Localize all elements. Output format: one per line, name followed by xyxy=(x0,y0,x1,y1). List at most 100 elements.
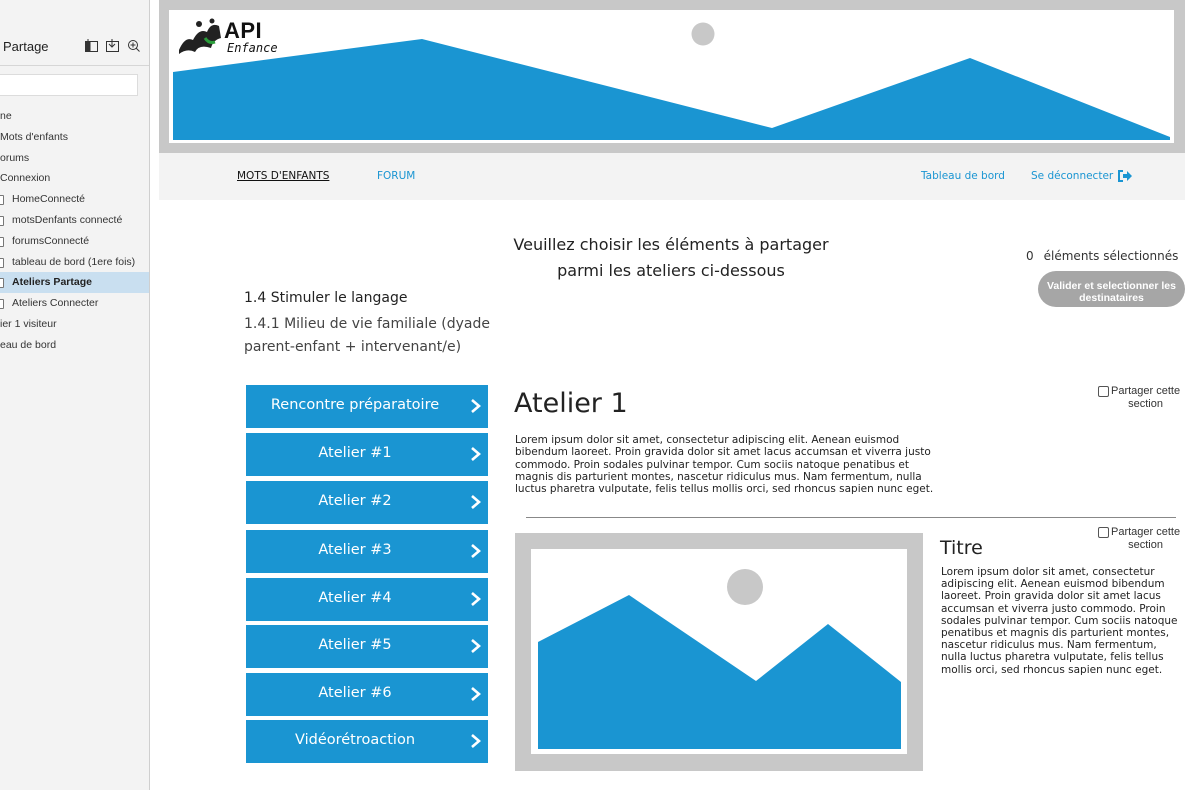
page-tree-item[interactable]: motsDenfants connecté xyxy=(0,210,149,231)
atelier-nav-button[interactable]: Atelier #6 xyxy=(246,673,488,716)
page-icon xyxy=(0,299,4,310)
section-title: 1.4 Stimuler le langage xyxy=(244,290,408,306)
import-icon[interactable] xyxy=(106,39,119,52)
chevron-right-icon xyxy=(471,687,481,701)
atelier-nav-button[interactable]: Atelier #3 xyxy=(246,530,488,573)
header-banner: API Enfance xyxy=(159,0,1185,153)
page-tree-item-label: eau de bord xyxy=(0,338,57,351)
share-section-checkbox[interactable]: Partager cette section xyxy=(1098,526,1180,551)
chevron-right-icon xyxy=(471,399,481,413)
atelier-heading: Atelier 1 xyxy=(514,388,628,419)
nav-forum[interactable]: FORUM xyxy=(377,170,415,182)
atelier-description: Lorem ipsum dolor sit amet, consectetur … xyxy=(515,434,934,496)
page-tree-item[interactable]: forumsConnecté xyxy=(0,231,149,252)
chevron-right-icon xyxy=(471,544,481,558)
share-label-line2: section xyxy=(1128,538,1163,551)
atelier-nav-button[interactable]: Vidéorétroaction xyxy=(246,720,488,763)
page-tree-item[interactable]: Connexion xyxy=(0,168,149,189)
page-tree-item[interactable]: Ateliers Partage xyxy=(0,272,149,294)
page-tree-item[interactable]: eau de bord xyxy=(0,335,149,356)
atelier-nav-button-label: Atelier #6 xyxy=(318,685,392,701)
atelier-nav-button[interactable]: Rencontre préparatoire xyxy=(246,385,488,428)
page-tree-item[interactable]: ne xyxy=(0,106,149,127)
page-tree-item-label: Ateliers Connecter xyxy=(12,297,99,310)
content-title: Titre xyxy=(940,537,983,559)
nav-logout-label: Se déconnecter xyxy=(1031,170,1114,182)
logo-mark-icon xyxy=(179,18,221,54)
content-text: Lorem ipsum dolor sit amet, consectetur … xyxy=(941,566,1178,676)
logout-icon xyxy=(1118,170,1133,182)
page-tree: ne Mots d'enfants orums Connexion HomeConnec… xyxy=(0,106,149,356)
section-divider xyxy=(526,517,1176,518)
main-nav: MOTS D'ENFANTS FORUM Tableau de bord Se … xyxy=(159,153,1185,200)
nav-mots-denfants[interactable]: MOTS D'ENFANTS xyxy=(237,170,329,182)
atelier-nav-button-label: Atelier #2 xyxy=(318,493,392,509)
page-tree-item-label: Mots d'enfants xyxy=(0,130,68,143)
page-tree-item[interactable]: orums xyxy=(0,148,149,169)
atelier-nav-button-label: Vidéorétroaction xyxy=(294,732,416,748)
section-subtitle: 1.4.1 Milieu de vie familiale (dyade par… xyxy=(244,316,491,355)
atelier-nav-button[interactable]: Atelier #5 xyxy=(246,625,488,668)
selected-count-value: 0 xyxy=(1026,249,1034,263)
banner-mountain-image xyxy=(173,22,1170,140)
selected-count-label: éléments sélectionnés xyxy=(1043,249,1179,263)
page-icon xyxy=(0,215,4,226)
new-page-icon[interactable] xyxy=(85,39,98,52)
chevron-right-icon xyxy=(471,495,481,509)
image-placeholder xyxy=(515,533,923,771)
banner-image-placeholder: API Enfance xyxy=(169,10,1174,143)
atelier-nav-button[interactable]: Atelier #2 xyxy=(246,481,488,524)
checkbox-icon[interactable] xyxy=(1098,527,1109,538)
page-heading: Veuillez choisir les éléments à partager… xyxy=(490,232,852,284)
page-tree-item-label: orums xyxy=(0,151,30,164)
atelier-nav-button-label: Rencontre préparatoire xyxy=(270,397,440,413)
chevron-right-icon xyxy=(471,734,481,748)
atelier-nav-button[interactable]: Atelier #4 xyxy=(246,578,488,621)
page-tree-item[interactable]: Ateliers Connecter xyxy=(0,293,149,314)
pages-panel: Partage ne Mots d'enfants orums Connexion Ho… xyxy=(0,0,150,790)
page-heading-line2: parmi les ateliers ci-dessous xyxy=(557,261,785,280)
chevron-right-icon xyxy=(471,592,481,606)
atelier-nav-button-label: Atelier #5 xyxy=(318,637,392,653)
validate-label-line2: destinataires xyxy=(1079,292,1144,304)
atelier-nav-button-label: Atelier #1 xyxy=(318,445,392,461)
page-tree-item-label: Ateliers Partage xyxy=(12,276,92,289)
selected-counter: 0 éléments sélectionnés xyxy=(1026,249,1178,263)
atelier-nav-button-label: Atelier #4 xyxy=(318,590,392,606)
nav-logout[interactable]: Se déconnecter xyxy=(1031,170,1133,182)
share-label-line2: section xyxy=(1128,397,1163,410)
page-tree-item-label: ne xyxy=(0,110,12,122)
add-folder-icon[interactable] xyxy=(127,39,140,52)
atelier-nav-button[interactable]: Atelier #1 xyxy=(246,433,488,476)
share-label: Partager cette section xyxy=(1111,526,1180,551)
page-tree-item-label: ier 1 visiteur xyxy=(0,317,57,330)
site-logo[interactable]: API Enfance xyxy=(177,16,287,58)
panel-toolbar xyxy=(85,39,140,52)
panel-search-input[interactable] xyxy=(0,74,138,96)
page-tree-item[interactable]: HomeConnecté xyxy=(0,189,149,210)
mountain-image-icon xyxy=(538,569,901,749)
page-tree-item[interactable]: tableau de bord (1ere fois) xyxy=(0,252,149,273)
checkbox-icon[interactable] xyxy=(1098,386,1109,397)
share-label: Partager cette section xyxy=(1111,385,1180,410)
page-tree-item-label: motsDenfants connecté xyxy=(12,213,123,226)
nav-tableau-de-bord[interactable]: Tableau de bord xyxy=(921,170,1005,182)
validate-recipients-button[interactable]: Valider et selectionner les destinataire… xyxy=(1038,271,1185,307)
page-icon xyxy=(0,195,4,206)
chevron-right-icon xyxy=(471,639,481,653)
page-tree-item-label: tableau de bord (1ere fois) xyxy=(12,255,136,268)
page-tree-item-label: Connexion xyxy=(0,172,51,185)
share-section-checkbox[interactable]: Partager cette section xyxy=(1098,385,1180,410)
share-label-line1: Partager cette xyxy=(1111,526,1181,538)
page-icon xyxy=(0,278,4,289)
chevron-right-icon xyxy=(471,447,481,461)
atelier-nav-button-label: Atelier #3 xyxy=(318,542,392,558)
logo-enfance-text: Enfance xyxy=(227,41,278,55)
validate-label-line1: Valider et selectionner les xyxy=(1047,280,1176,292)
share-label-line1: Partager cette xyxy=(1111,385,1181,397)
page-tree-item-label: HomeConnecté xyxy=(12,193,85,206)
page-icon xyxy=(0,257,4,268)
page-tree-item[interactable]: ier 1 visiteur xyxy=(0,314,149,335)
page-tree-item[interactable]: Mots d'enfants xyxy=(0,127,149,148)
panel-header: Partage xyxy=(0,28,149,66)
